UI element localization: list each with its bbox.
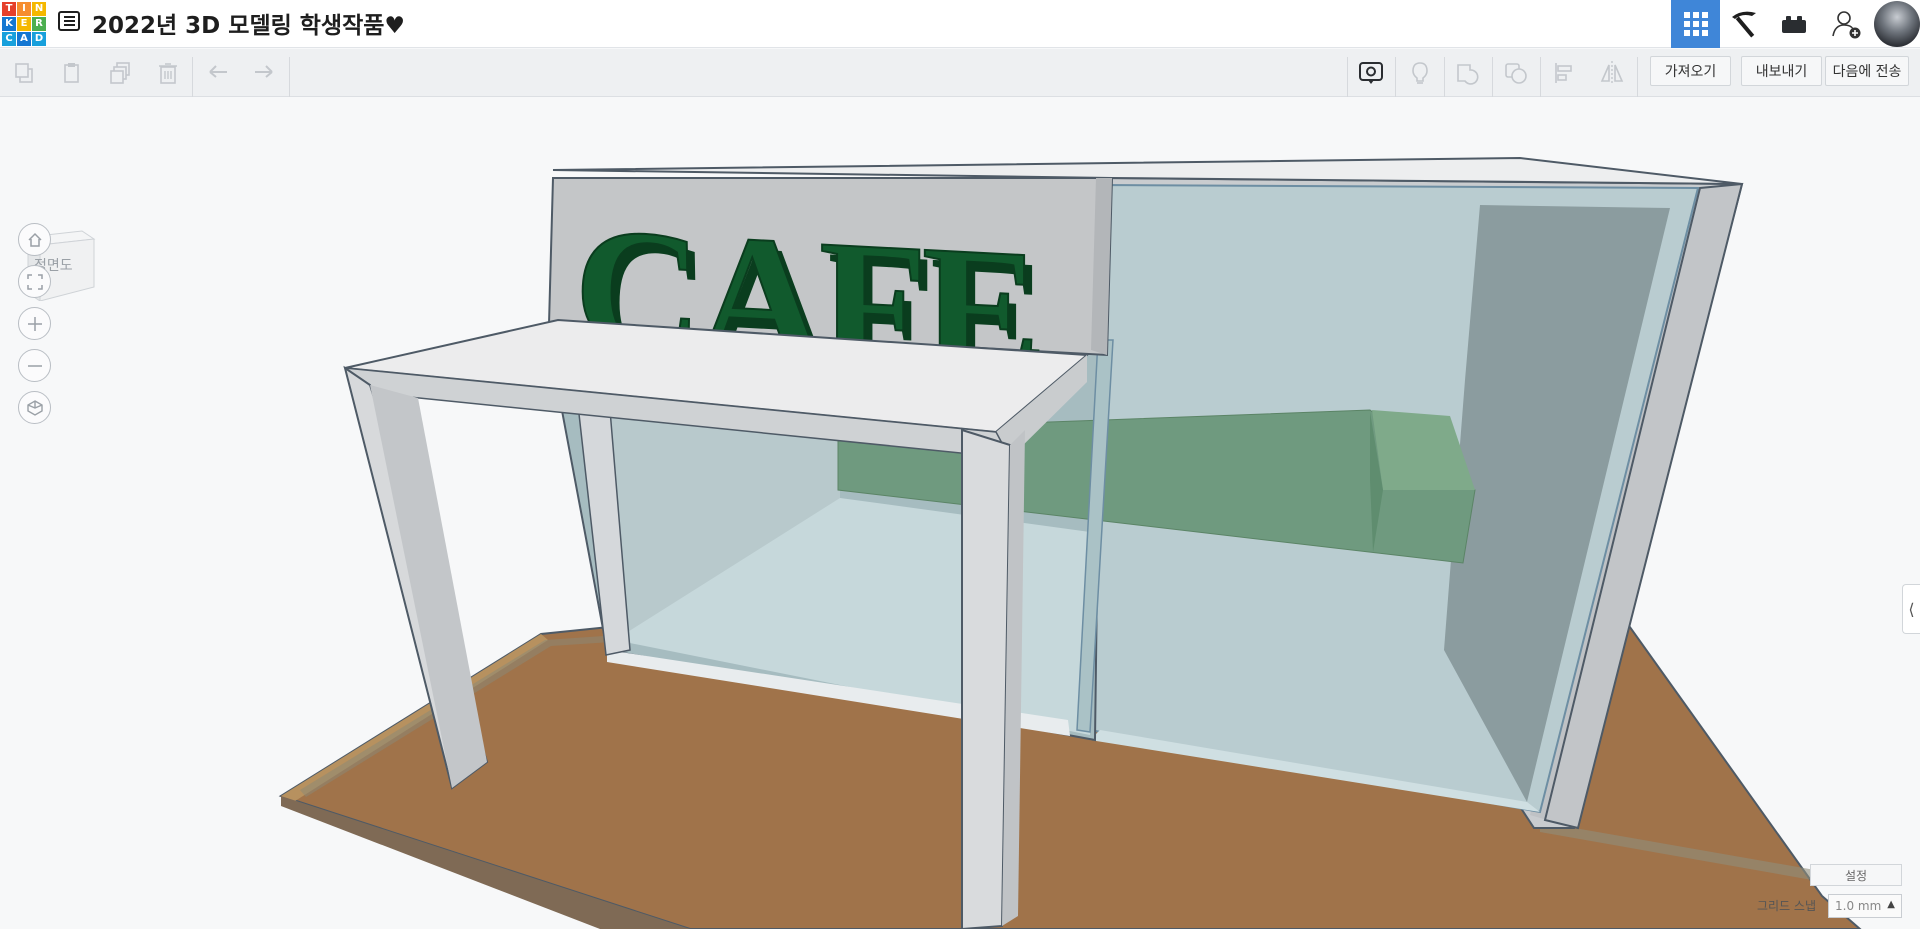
chevron-left-icon: ⟨ <box>1908 599 1915 619</box>
3d-scene[interactable]: CAFE CAFE <box>0 97 1920 929</box>
import-button[interactable]: 가져오기 <box>1650 56 1731 86</box>
zoom-out-button[interactable] <box>18 349 51 382</box>
edit-toolbar: 가져오기 내보내기 다음에 전송 <box>0 49 1920 97</box>
zoom-in-button[interactable] <box>18 307 51 340</box>
pickaxe-icon <box>1731 11 1756 38</box>
fit-view-button[interactable] <box>18 265 51 298</box>
notes-icon[interactable] <box>1347 49 1395 97</box>
design-title[interactable]: 2022년 3D 모델링 학생작품♥ <box>92 6 405 40</box>
ortho-icon <box>26 399 43 416</box>
workplane-canvas[interactable]: CAFE CAFE 정면도 ⟨ <box>0 97 1920 929</box>
design-list-icon[interactable] <box>58 11 80 31</box>
ortho-view-button[interactable] <box>18 391 51 424</box>
caret-up-icon: ▲ <box>1887 899 1895 910</box>
add-user-icon <box>1831 11 1860 39</box>
shapes-panel-toggle[interactable]: ⟨ <box>1902 584 1920 634</box>
shape-icon[interactable] <box>1444 49 1492 97</box>
group-icon[interactable] <box>1492 49 1540 97</box>
home-view-button[interactable] <box>18 223 51 256</box>
duplicate-icon[interactable] <box>96 49 144 97</box>
light-icon[interactable] <box>1396 49 1444 97</box>
send-to-button[interactable]: 다음에 전송 <box>1825 56 1909 86</box>
logo-letter: A <box>17 32 31 46</box>
grid-view-icon <box>1683 12 1708 36</box>
logo-letter: I <box>17 2 31 16</box>
zoom-out-icon <box>27 364 42 367</box>
front-pillar[interactable] <box>961 428 1025 929</box>
align-icon[interactable] <box>1540 49 1588 97</box>
redo-icon[interactable] <box>240 49 288 97</box>
blocks-view-button[interactable] <box>1720 0 1769 48</box>
delete-icon[interactable] <box>144 49 192 97</box>
copy-icon[interactable] <box>0 49 48 97</box>
zoom-in-icon <box>27 316 42 331</box>
export-button[interactable]: 내보내기 <box>1741 56 1822 86</box>
fit-icon <box>26 273 43 290</box>
tinkercad-logo[interactable]: T I N K E R C A D <box>0 2 46 46</box>
logo-letter: D <box>32 32 46 46</box>
grid-snap-label: 그리드 스냅 <box>1757 899 1817 913</box>
brick-icon <box>1781 16 1806 33</box>
top-bar: T I N K E R C A D 2022년 3D 모델링 학생작품♥ <box>0 0 1920 48</box>
logo-letter: E <box>17 17 31 31</box>
logo-letter: R <box>32 17 46 31</box>
bricks-view-button[interactable] <box>1769 0 1818 48</box>
home-icon <box>27 232 42 247</box>
logo-letter: T <box>2 2 16 16</box>
logo-letter: C <box>2 32 16 46</box>
logo-letter: N <box>32 2 46 16</box>
grid-snap-select[interactable]: 1.0 mm ▲ <box>1828 894 1902 918</box>
undo-icon[interactable] <box>194 49 242 97</box>
grid-snap-value: 1.0 mm <box>1835 899 1882 913</box>
invite-user-button[interactable] <box>1821 0 1870 48</box>
settings-button[interactable]: 설정 <box>1810 864 1902 886</box>
mirror-icon[interactable] <box>1588 49 1636 97</box>
paste-icon[interactable] <box>48 49 96 97</box>
grid-view-button[interactable] <box>1671 0 1720 48</box>
logo-letter: K <box>2 17 16 31</box>
avatar[interactable] <box>1874 1 1920 47</box>
